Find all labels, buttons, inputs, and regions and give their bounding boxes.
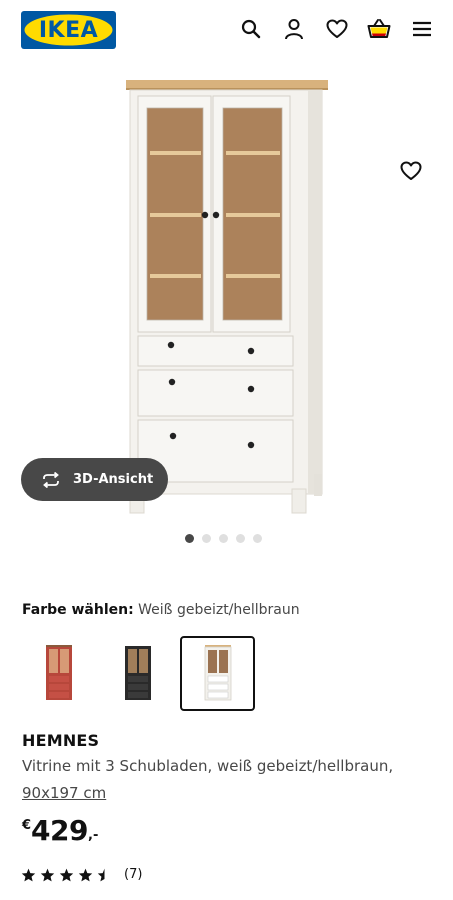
ikea-logo[interactable]: IKEA	[21, 11, 116, 49]
rating-count: (7)	[124, 867, 143, 882]
color-swatch-red[interactable]	[21, 636, 96, 711]
header: IKEA	[0, 0, 453, 60]
carousel-dots	[185, 534, 262, 543]
3d-view-button[interactable]: 3D-Ansicht	[21, 458, 168, 501]
color-swatch-black[interactable]	[100, 636, 175, 711]
logo-text: IKEA	[38, 17, 99, 43]
rating-stars	[21, 868, 112, 882]
selected-color-value: Weiß gebeizt/hellbraun	[138, 602, 300, 618]
star-full-icon	[40, 868, 55, 881]
white-cabinet-thumbnail	[204, 644, 231, 700]
black-cabinet-thumbnail	[124, 645, 151, 700]
account-icon[interactable]	[282, 17, 306, 41]
product-rating[interactable]: (7)	[21, 867, 142, 882]
product-name: HEMNES	[22, 731, 100, 750]
search-icon[interactable]	[239, 17, 263, 41]
carousel-dot[interactable]	[236, 534, 245, 543]
red-cabinet-thumbnail	[45, 644, 72, 700]
star-full-icon	[21, 868, 36, 881]
price-decimals: ,-	[88, 828, 99, 843]
rotate-arrows-icon	[43, 471, 59, 488]
star-full-icon	[78, 868, 93, 881]
color-label: Farbe wählen:	[22, 602, 134, 618]
price-amount: 429	[31, 814, 88, 847]
shopping-bag-icon[interactable]	[367, 17, 391, 41]
color-selector-label: Farbe wählen: Weiß gebeizt/hellbraun	[22, 602, 300, 618]
carousel-dot[interactable]	[219, 534, 228, 543]
menu-icon[interactable]	[410, 17, 434, 41]
color-swatch-white-stained[interactable]	[180, 636, 255, 711]
wishlist-heart-icon[interactable]	[325, 17, 349, 41]
product-measurement-link[interactable]: 90x197 cm	[22, 784, 106, 802]
heart-outline-icon[interactable]	[398, 158, 424, 184]
star-full-icon	[59, 868, 74, 881]
carousel-dot[interactable]	[185, 534, 194, 543]
star-half-icon	[97, 868, 112, 881]
carousel-dot[interactable]	[202, 534, 211, 543]
carousel-dot[interactable]	[253, 534, 262, 543]
3d-view-label: 3D-Ansicht	[73, 472, 154, 487]
product-description: Vitrine mit 3 Schubladen, weiß gebeizt/h…	[22, 757, 394, 775]
product-image	[126, 80, 328, 514]
product-price: € 429 ,-	[22, 813, 98, 849]
price-currency: €	[22, 818, 32, 833]
